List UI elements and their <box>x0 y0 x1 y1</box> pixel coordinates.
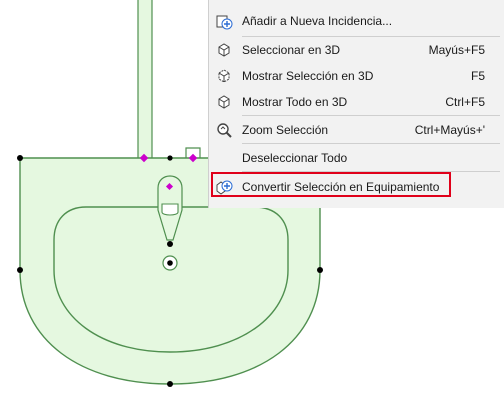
menu-item-label: Mostrar Selección en 3D <box>242 69 374 83</box>
menu-item-zoom-selection[interactable]: Zoom Selección Ctrl+Mayús+' <box>209 117 504 143</box>
hotspot-faucet-base[interactable] <box>167 241 173 247</box>
add-incidence-icon <box>216 15 233 30</box>
select-3d-icon <box>218 43 230 57</box>
menu-item-deselect-all[interactable]: Deseleccionar Todo <box>209 145 504 171</box>
show-selection-3d-icon <box>218 69 230 83</box>
menu-item-select-3d[interactable]: Seleccionar en 3D Mayús+F5 <box>209 37 504 63</box>
highlight-box <box>211 172 451 197</box>
menu-item-show-all-3d[interactable]: Mostrar Todo en 3D Ctrl+F5 <box>209 89 504 115</box>
menu-item-shortcut: Mayús+F5 <box>428 43 485 57</box>
show-all-3d-icon <box>218 95 230 109</box>
hotspot-right[interactable] <box>317 267 323 273</box>
menu-item-label: Zoom Selección <box>242 123 329 137</box>
menu-item-shortcut: Ctrl+Mayús+' <box>414 123 485 137</box>
menu-item-label: Deseleccionar Todo <box>242 151 348 165</box>
zoom-selection-icon <box>217 123 232 138</box>
menu-item-add-incidence[interactable]: Añadir a Nueva Incidencia... <box>209 8 504 34</box>
hotspot-left[interactable] <box>17 267 23 273</box>
hotspot-top-left[interactable] <box>17 155 23 161</box>
menu-item-label: Mostrar Todo en 3D <box>242 95 348 109</box>
drain-hotspot[interactable] <box>167 260 173 266</box>
menu-item-shortcut: Ctrl+F5 <box>445 95 485 109</box>
menu-item-show-selection-3d[interactable]: Mostrar Selección en 3D F5 <box>209 63 504 89</box>
menu-separator <box>242 115 500 116</box>
menu-item-shortcut: F5 <box>470 69 485 83</box>
pipe-column[interactable] <box>137 0 153 160</box>
hotspot-top-mid[interactable] <box>167 155 173 161</box>
context-menu: Añadir a Nueva Incidencia... Seleccionar… <box>208 0 504 208</box>
menu-item-label: Añadir a Nueva Incidencia... <box>242 14 393 28</box>
hotspot-bottom[interactable] <box>167 381 173 387</box>
menu-separator <box>242 143 500 144</box>
faucet-handle <box>161 203 179 216</box>
menu-item-label: Seleccionar en 3D <box>242 43 341 57</box>
